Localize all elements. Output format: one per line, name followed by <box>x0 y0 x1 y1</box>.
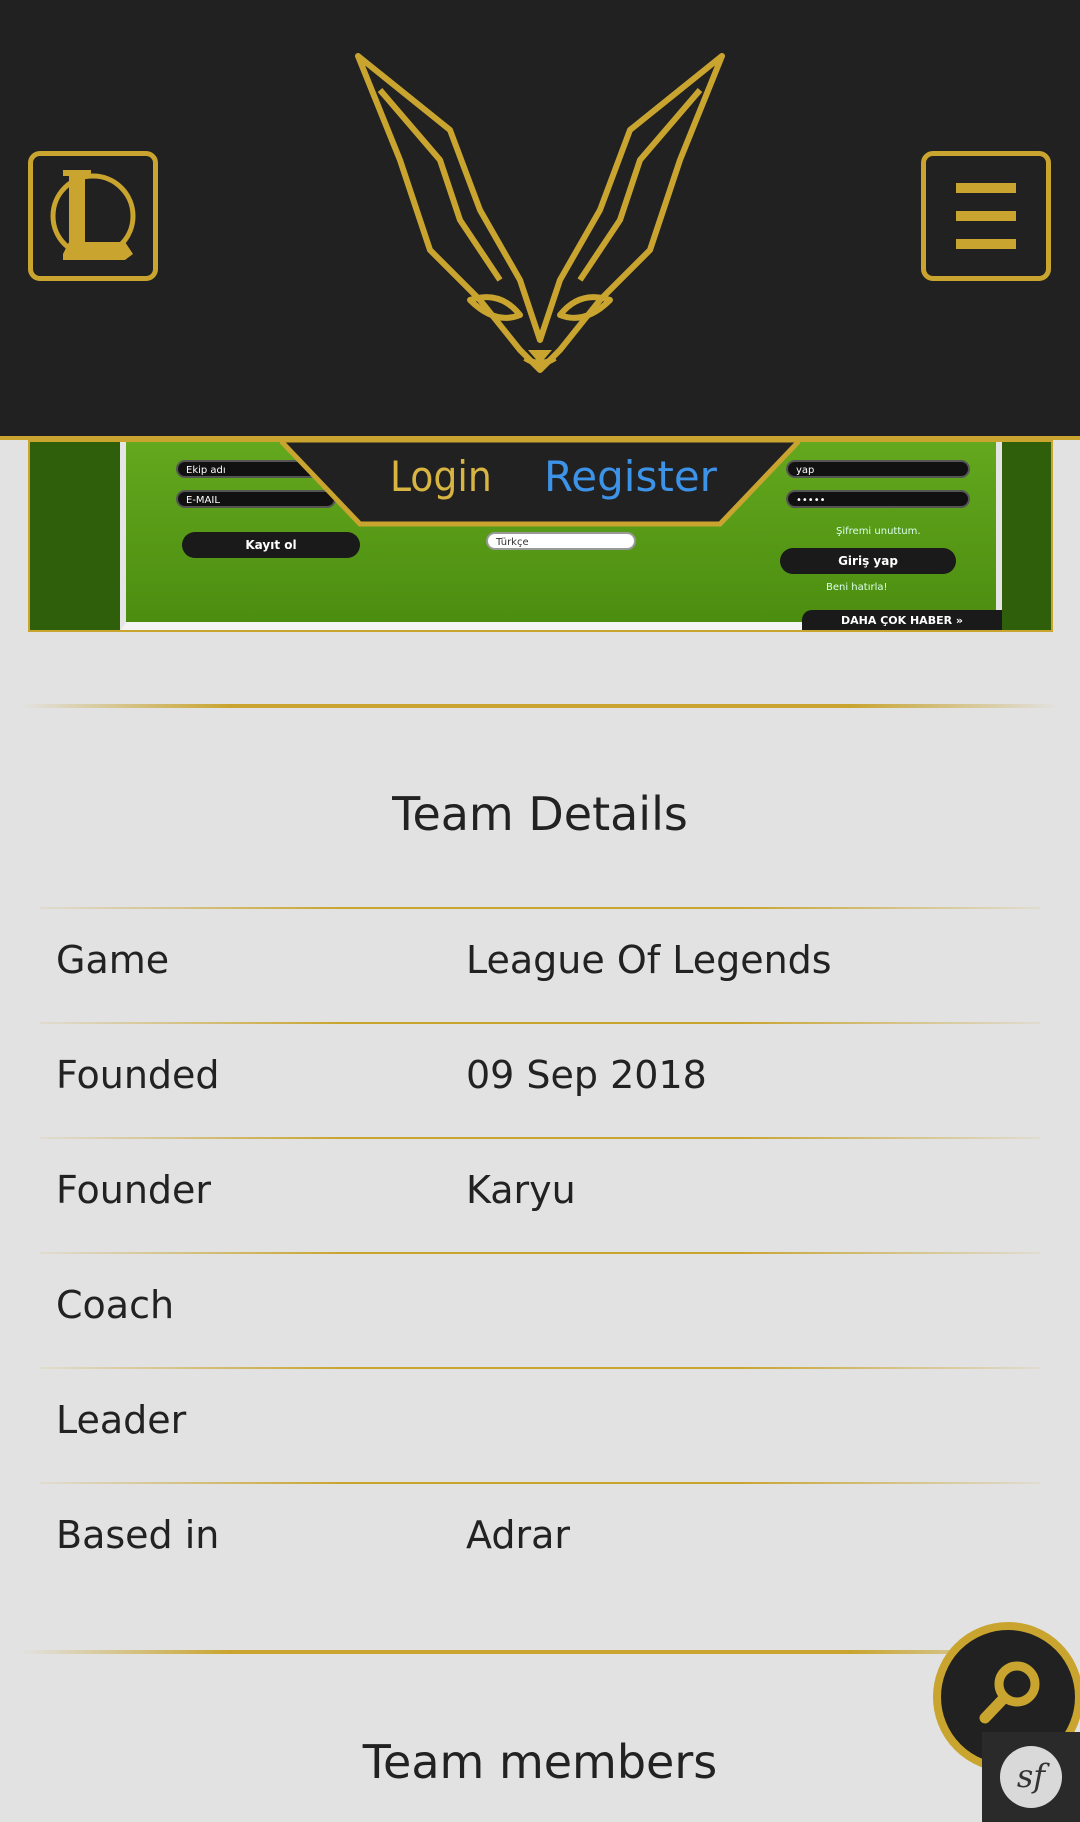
team-details-title: Team Details <box>392 787 688 841</box>
username-field: yap <box>786 460 970 478</box>
founder-value: Karyu <box>466 1168 576 1212</box>
row-divider <box>40 1252 1040 1254</box>
row-divider <box>40 1482 1040 1484</box>
founded-label: Founded <box>56 1053 220 1097</box>
login-link[interactable]: Login <box>390 452 492 501</box>
site-header <box>0 0 1080 440</box>
more-news-bar: DAHA ÇOK HABER » <box>802 610 1002 630</box>
row-divider <box>40 1367 1040 1369</box>
row-divider <box>40 1022 1040 1024</box>
game-label: Game <box>56 938 170 982</box>
auth-tab-shape <box>280 440 800 527</box>
leader-label: Leader <box>56 1398 187 1442</box>
game-value: League Of Legends <box>466 938 832 982</box>
hamburger-menu-button[interactable] <box>921 151 1051 281</box>
section-divider <box>20 1650 1060 1654</box>
menu-bar <box>956 183 1016 193</box>
remember-me-text: Beni hatırla! <box>826 582 888 593</box>
register-link[interactable]: Register <box>544 452 717 501</box>
founded-value: 09 Sep 2018 <box>466 1053 707 1097</box>
login-screenshot-button: Giriş yap <box>780 548 956 574</box>
based-in-label: Based in <box>56 1513 220 1557</box>
lol-logo-graphic <box>50 170 136 260</box>
coach-label: Coach <box>56 1283 175 1327</box>
row-divider <box>40 907 1040 909</box>
register-screenshot-button: Kayıt ol <box>182 532 360 558</box>
founder-label: Founder <box>56 1168 212 1212</box>
symfony-logo-icon: sf <box>1000 1746 1062 1808</box>
menu-bar <box>956 239 1016 249</box>
symfony-badge[interactable]: sf <box>982 1732 1080 1822</box>
fox-mask-icon <box>355 53 725 373</box>
menu-bar <box>956 211 1016 221</box>
language-select: Türkçe <box>486 532 636 550</box>
based-in-value: Adrar <box>466 1513 570 1557</box>
team-members-title: Team members <box>362 1735 718 1789</box>
row-divider <box>40 1137 1040 1139</box>
section-divider <box>20 704 1060 708</box>
password-field: ••••• <box>786 490 970 508</box>
auth-tab <box>280 440 800 530</box>
forgot-password-text: Şifremi unuttum. <box>836 526 921 537</box>
league-of-legends-logo-icon[interactable] <box>28 151 158 281</box>
